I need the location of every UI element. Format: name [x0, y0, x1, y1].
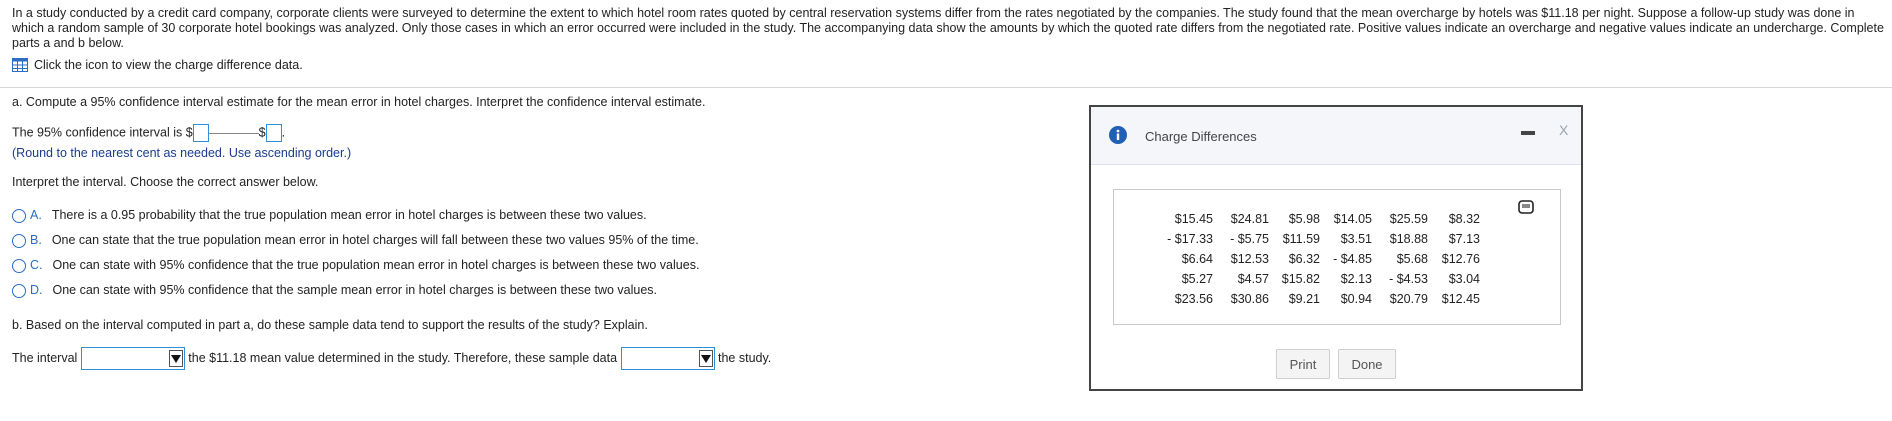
support-dropdown[interactable] [620, 347, 715, 370]
table-cell: $24.81 [1230, 212, 1269, 226]
option-c[interactable]: C. One can state with 95% confidence that… [12, 258, 699, 273]
table-cell: - $4.85 [1333, 252, 1372, 266]
info-icon [1109, 126, 1127, 144]
table-cell: $3.51 [1340, 232, 1372, 246]
radio-b[interactable] [12, 233, 26, 248]
copy-data-icon[interactable] [1518, 200, 1534, 214]
ci-upper-input[interactable] [265, 124, 282, 142]
part-b-prefix: The interval [12, 350, 78, 365]
table-cell: $7.13 [1448, 232, 1480, 246]
interval-dropdown[interactable] [80, 347, 185, 370]
table-cell: $11.59 [1282, 232, 1320, 246]
table-cell: $15.82 [1281, 272, 1320, 286]
option-b-letter: B. [30, 233, 42, 247]
part-b-suffix: the study. [718, 350, 772, 365]
table-cell: - $5.75 [1230, 232, 1269, 246]
close-icon[interactable]: X [1559, 122, 1568, 138]
table-cell: $5.98 [1288, 212, 1320, 226]
table-cell: $9.21 [1288, 292, 1320, 306]
table-cell: $5.27 [1181, 272, 1213, 286]
radio-a[interactable] [12, 208, 26, 223]
table-cell: $12.76 [1441, 252, 1480, 266]
data-link-row[interactable]: Click the icon to view the charge differ… [12, 58, 303, 72]
part-b-question: b. Based on the interval computed in par… [12, 318, 648, 332]
ci-prefix: The 95% confidence interval is $ [12, 125, 193, 140]
part-a-question: a. Compute a 95% confidence interval est… [12, 95, 706, 109]
print-button[interactable]: Print [1276, 349, 1330, 379]
option-d-letter: D. [30, 283, 43, 297]
option-b-text[interactable]: One can state that the true population m… [52, 233, 699, 247]
table-cell: $3.04 [1448, 272, 1480, 286]
dialog-header: Charge Differences X [1091, 107, 1581, 165]
option-c-text[interactable]: One can state with 95% confidence that t… [53, 258, 700, 272]
radio-c[interactable] [12, 258, 26, 273]
table-cell: $2.13 [1340, 272, 1372, 286]
table-cell: $25.59 [1389, 212, 1428, 226]
option-a[interactable]: A. There is a 0.95 probability that the t… [12, 208, 647, 223]
charge-differences-dialog: Charge Differences X $15.45 $24.81 $5.98 $1… [1089, 105, 1583, 391]
part-b-answer-row: The interval the $11.18 mean value deter… [12, 347, 771, 370]
option-a-letter: A. [30, 208, 42, 222]
dropdown-arrow-icon[interactable] [168, 350, 183, 367]
charge-data-table: $15.45 $24.81 $5.98 $14.05 $25.59 $8.32 - $17.… [1113, 189, 1561, 325]
table-cell: $23.56 [1174, 292, 1213, 306]
table-cell: $18.88 [1389, 232, 1428, 246]
option-c-letter: C. [30, 258, 43, 272]
option-d-text[interactable]: One can state with 95% confidence that t… [53, 283, 658, 297]
table-cell: - $17.33 [1167, 232, 1213, 246]
ci-lower-input[interactable] [192, 124, 209, 142]
table-cell: $5.68 [1396, 252, 1428, 266]
table-cell: $12.45 [1441, 292, 1480, 306]
data-link-text[interactable]: Click the icon to view the charge differ… [34, 58, 303, 72]
radio-d[interactable] [12, 283, 26, 298]
option-d[interactable]: D. One can state with 95% confidence that… [12, 283, 657, 298]
table-cell: $6.32 [1288, 252, 1320, 266]
option-a-text[interactable]: There is a 0.95 probability that the tru… [52, 208, 647, 222]
table-cell: $4.57 [1237, 272, 1269, 286]
table-cell: $15.45 [1174, 212, 1213, 226]
table-cell: $8.32 [1448, 212, 1480, 226]
interpret-prompt: Interpret the interval. Choose the corre… [12, 175, 319, 189]
table-cell: $6.64 [1181, 252, 1213, 266]
option-b[interactable]: B. One can state that the true population… [12, 233, 699, 248]
table-cell: $20.79 [1389, 292, 1428, 306]
table-cell: $12.53 [1230, 252, 1269, 266]
dropdown-arrow-icon[interactable] [698, 350, 713, 367]
table-cell: $14.05 [1333, 212, 1372, 226]
ci-end: . [281, 125, 286, 140]
table-cell: $0.94 [1340, 292, 1372, 306]
divider [0, 87, 1892, 88]
table-cell: - $4.53 [1389, 272, 1428, 286]
dialog-title: Charge Differences [1145, 129, 1257, 144]
ci-dash [208, 132, 259, 134]
round-note: (Round to the nearest cent as needed. Us… [12, 146, 352, 160]
part-b-middle: the $11.18 mean value determined in the … [188, 350, 618, 365]
done-button[interactable]: Done [1338, 349, 1396, 379]
problem-intro: In a study conducted by a credit card co… [12, 6, 1884, 50]
ci-mid: $ [258, 125, 266, 140]
table-cell: $30.86 [1230, 292, 1269, 306]
minimize-icon[interactable] [1521, 131, 1535, 135]
table-grid-icon[interactable] [12, 58, 28, 72]
ci-answer-row: The 95% confidence interval is $ $. [12, 124, 285, 142]
